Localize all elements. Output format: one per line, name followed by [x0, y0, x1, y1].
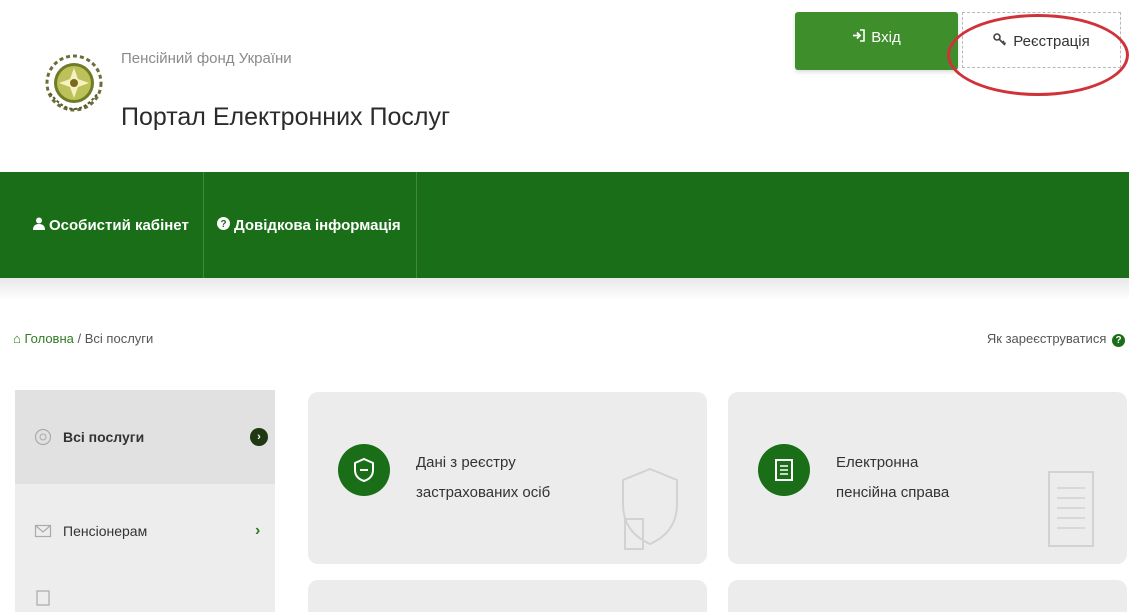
how-to-register-link[interactable]: Як зареєструватися ?: [987, 331, 1125, 347]
registry-shield-icon: [622, 467, 678, 550]
site-header: Пенсійний фонд України Портал Електронни…: [0, 0, 1129, 172]
login-button[interactable]: Вхід: [795, 12, 958, 70]
services-sidebar: Всі послуги › Пенсіонерам ›: [15, 390, 275, 612]
svg-text:?: ?: [220, 219, 226, 230]
breadcrumb-separator: /: [77, 331, 82, 346]
help-icon: ?: [1112, 334, 1125, 347]
breadcrumb-home-link[interactable]: ⌂ Головна: [13, 331, 78, 346]
card-title: Дані з реєстру застрахованих осіб: [416, 454, 551, 501]
register-button[interactable]: Реєстрація: [962, 12, 1121, 68]
nav-personal-cabinet-label: Особистий кабінет: [49, 216, 189, 234]
document-icon: [758, 444, 810, 496]
breadcrumb: ⌂ Головна / Всі послуги: [13, 331, 153, 346]
sidebar-item-label: Всі послуги: [63, 429, 145, 445]
card-title: Електронна пенсійна справа: [836, 454, 950, 501]
nav-reference-info[interactable]: ? Довідкова інформація: [204, 172, 417, 278]
sidebar-item-label: Пенсіонерам: [63, 523, 148, 539]
registry-icon: [338, 444, 390, 496]
question-icon: ?: [217, 217, 230, 233]
envelope-icon: [34, 524, 52, 538]
user-icon: [33, 217, 45, 233]
login-label: Вхід: [871, 29, 901, 46]
key-icon: [993, 33, 1007, 51]
site-subtitle: Пенсійний фонд України: [121, 50, 292, 67]
register-label: Реєстрація: [1013, 33, 1090, 50]
service-card-partial-1[interactable]: [308, 580, 707, 612]
sign-in-icon: [852, 29, 866, 46]
sidebar-item-pensioners[interactable]: Пенсіонерам ›: [15, 484, 275, 578]
sidebar-item-partial[interactable]: [15, 578, 275, 612]
service-card-partial-2[interactable]: [728, 580, 1127, 612]
site-title[interactable]: Портал Електронних Послуг: [121, 103, 450, 132]
service-card-registry[interactable]: Дані з реєстру застрахованих осіб: [308, 392, 707, 564]
circle-icon: [34, 428, 52, 446]
chevron-right-icon: ›: [255, 522, 261, 539]
document-icon: [36, 590, 50, 606]
nav-reference-info-label: Довідкова інформація: [234, 216, 401, 234]
navbar-shadow: [0, 278, 1129, 300]
home-icon: ⌂: [13, 331, 21, 346]
nav-personal-cabinet[interactable]: Особистий кабінет: [0, 172, 204, 278]
sidebar-item-all-services[interactable]: Всі послуги ›: [15, 390, 275, 484]
how-to-register-label: Як зареєструватися: [986, 331, 1107, 346]
chevron-right-circle-icon: ›: [250, 428, 268, 446]
service-card-pension-file[interactable]: Електронна пенсійна справа: [728, 392, 1127, 564]
main-navbar: Особистий кабінет ? Довідкова інформація: [0, 172, 1129, 278]
document-bg-icon: [1048, 471, 1094, 547]
pension-fund-logo[interactable]: [44, 33, 108, 133]
breadcrumb-current: Всі послуги: [84, 331, 154, 346]
